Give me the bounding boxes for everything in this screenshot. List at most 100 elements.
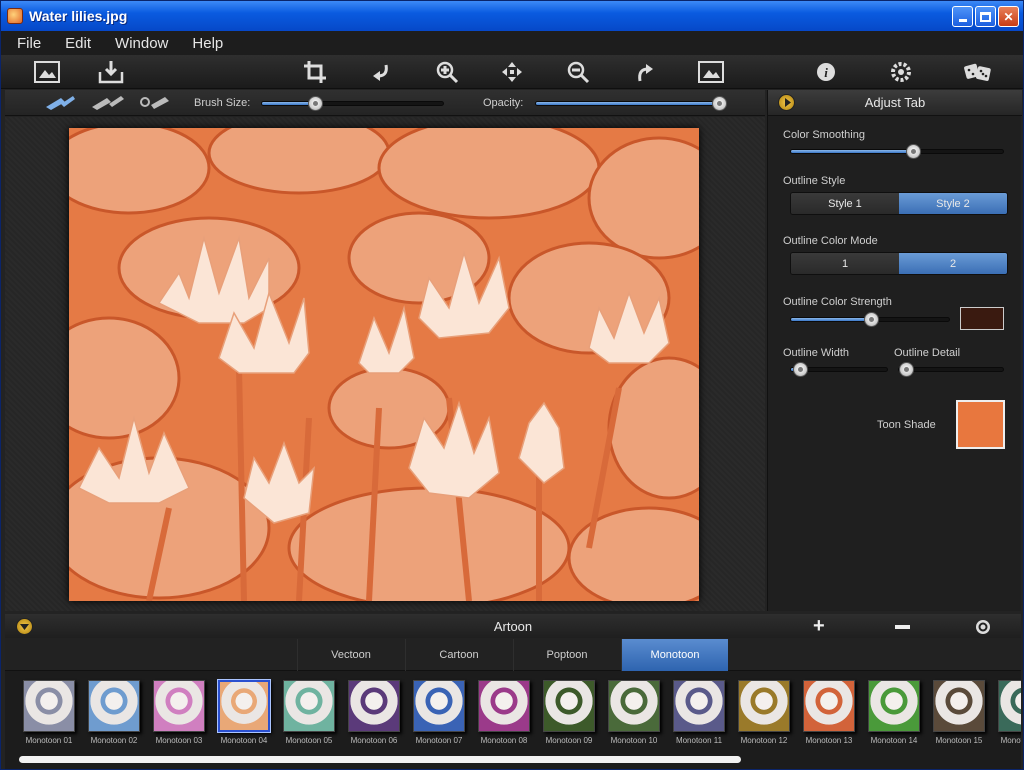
menu-window[interactable]: Window xyxy=(115,35,168,52)
preset-thumbnail[interactable] xyxy=(803,680,855,732)
move-icon[interactable] xyxy=(498,58,526,86)
preset-thumbnail-label: Monotoon 11 xyxy=(675,736,723,745)
brush-size-slider[interactable] xyxy=(261,96,444,111)
brush-bar: Brush Size: Opacity: xyxy=(5,90,765,116)
preset-thumbnail-label: Monotoon 16 xyxy=(1000,736,1021,745)
open-image-icon[interactable] xyxy=(33,58,61,86)
tab-poptoon[interactable]: Poptoon xyxy=(513,639,620,671)
zoom-in-icon[interactable] xyxy=(433,58,461,86)
brush-erase-icon[interactable] xyxy=(89,93,127,118)
preset-thumbnail-label: Monotoon 08 xyxy=(480,736,528,745)
fit-image-icon[interactable] xyxy=(697,58,725,86)
reset-icon[interactable] xyxy=(975,619,991,640)
outline-style-option-1[interactable]: Style 1 xyxy=(791,193,899,214)
preset-thumbnail-label: Monotoon 03 xyxy=(155,736,203,745)
outline-color-mode-label: Outline Color Mode xyxy=(783,235,878,247)
menu-edit[interactable]: Edit xyxy=(65,35,91,52)
preset-thumbnail[interactable] xyxy=(868,680,920,732)
tab-monotoon[interactable]: Monotoon xyxy=(621,639,728,671)
menu-file[interactable]: File xyxy=(17,35,41,52)
menu-help[interactable]: Help xyxy=(192,35,223,52)
color-smoothing-label: Color Smoothing xyxy=(783,129,865,141)
preset-thumbnail[interactable] xyxy=(738,680,790,732)
main-toolbar: i xyxy=(1,55,1023,89)
preset-thumbnail-label: Monotoon 14 xyxy=(870,736,918,745)
info-icon[interactable]: i xyxy=(812,58,840,86)
preset-thumbnail-label: Monotoon 13 xyxy=(805,736,853,745)
preset-thumbnail[interactable] xyxy=(998,680,1021,732)
preset-thumbnail[interactable] xyxy=(543,680,595,732)
outline-color-strength-label: Outline Color Strength xyxy=(783,296,892,308)
tab-cartoon[interactable]: Cartoon xyxy=(405,639,512,671)
effects-header: Artoon + xyxy=(5,614,1021,638)
preset-thumbnail[interactable] xyxy=(478,680,530,732)
outline-style-option-2[interactable]: Style 2 xyxy=(899,193,1007,214)
window-title: Water lilies.jpg xyxy=(29,8,128,24)
brush-paint-icon[interactable] xyxy=(43,93,77,118)
preset-thumbnail[interactable] xyxy=(413,680,465,732)
title-bar[interactable]: Water lilies.jpg ✕ xyxy=(1,1,1023,31)
outline-width-slider[interactable] xyxy=(790,362,888,377)
effects-title: Artoon xyxy=(493,619,533,634)
preset-thumbnail[interactable] xyxy=(933,680,985,732)
settings-icon[interactable] xyxy=(887,58,915,86)
add-preset-icon[interactable]: + xyxy=(813,616,825,636)
svg-text:i: i xyxy=(824,65,828,80)
brush-size-label: Brush Size: xyxy=(194,97,251,109)
preset-thumbnail-label: Monotoon 02 xyxy=(90,736,138,745)
preset-thumbnail-label: Monotoon 06 xyxy=(350,736,398,745)
remove-preset-icon[interactable] xyxy=(895,625,910,629)
toon-shade-swatch[interactable] xyxy=(956,400,1005,449)
opacity-slider[interactable] xyxy=(535,96,727,111)
color-smoothing-slider[interactable] xyxy=(790,144,1004,159)
crop-icon[interactable] xyxy=(301,58,329,86)
adjust-panel-header[interactable]: Adjust Tab xyxy=(768,90,1022,116)
preset-thumbnail[interactable] xyxy=(23,680,75,732)
brush-restore-icon[interactable] xyxy=(137,93,175,118)
preset-thumbnails: Monotoon 01 Monotoon 02 Monotoon 03 Monotoo… xyxy=(5,672,1021,752)
preset-thumbnail[interactable] xyxy=(348,680,400,732)
adjust-panel-title: Adjust Tab xyxy=(864,95,926,110)
preset-thumbnail[interactable] xyxy=(88,680,140,732)
thumbnails-scrollbar[interactable] xyxy=(19,756,741,763)
close-button[interactable]: ✕ xyxy=(998,6,1019,27)
outline-style-selector: Style 1 Style 2 xyxy=(790,192,1008,215)
preset-thumbnail-label: Monotoon 09 xyxy=(545,736,593,745)
toon-shade-label: Toon Shade xyxy=(877,419,936,431)
maximize-button[interactable] xyxy=(975,6,996,27)
preset-thumbnail[interactable] xyxy=(608,680,660,732)
preset-thumbnail-label: Monotoon 07 xyxy=(415,736,463,745)
outline-detail-label: Outline Detail xyxy=(894,347,961,359)
opacity-label: Opacity: xyxy=(483,97,524,109)
app-window: Water lilies.jpg ✕ File Edit Window Help… xyxy=(0,0,1024,770)
rotate-left-icon[interactable] xyxy=(367,58,395,86)
zoom-out-icon[interactable] xyxy=(564,58,592,86)
preset-thumbnail-label: Monotoon 15 xyxy=(935,736,983,745)
outline-color-mode-option-1[interactable]: 1 xyxy=(791,253,899,274)
outline-detail-slider[interactable] xyxy=(898,362,1004,377)
effects-panel: Artoon + Vectoon Cartoon Poptoon Monotoo… xyxy=(5,614,1021,769)
app-icon xyxy=(7,8,23,24)
preset-thumbnail[interactable] xyxy=(217,679,271,733)
outline-color-swatch[interactable] xyxy=(960,307,1004,330)
tab-vectoon[interactable]: Vectoon xyxy=(297,639,404,671)
minimize-button[interactable] xyxy=(952,6,973,27)
outline-color-mode-option-2[interactable]: 2 xyxy=(899,253,1007,274)
preset-thumbnail-label: Monotoon 05 xyxy=(285,736,333,745)
preset-thumbnail-label: Monotoon 10 xyxy=(610,736,658,745)
outline-color-strength-slider[interactable] xyxy=(790,312,950,327)
outline-color-mode-selector: 1 2 xyxy=(790,252,1008,275)
save-icon[interactable] xyxy=(97,58,125,86)
preset-thumbnail-label: Monotoon 12 xyxy=(740,736,788,745)
preset-thumbnail-label: Monotoon 04 xyxy=(220,736,268,745)
rotate-right-icon[interactable] xyxy=(631,58,659,86)
menu-bar: File Edit Window Help xyxy=(1,31,1023,55)
preset-thumbnail[interactable] xyxy=(283,680,335,732)
edited-photo[interactable] xyxy=(69,128,699,601)
random-dice-icon[interactable] xyxy=(963,58,991,86)
preset-thumbnail[interactable] xyxy=(673,680,725,732)
preset-thumbnail-label: Monotoon 01 xyxy=(25,736,73,745)
outline-width-label: Outline Width xyxy=(783,347,850,359)
adjust-panel: Adjust Tab Color Smoothing Outline Style… xyxy=(767,90,1022,611)
preset-thumbnail[interactable] xyxy=(153,680,205,732)
